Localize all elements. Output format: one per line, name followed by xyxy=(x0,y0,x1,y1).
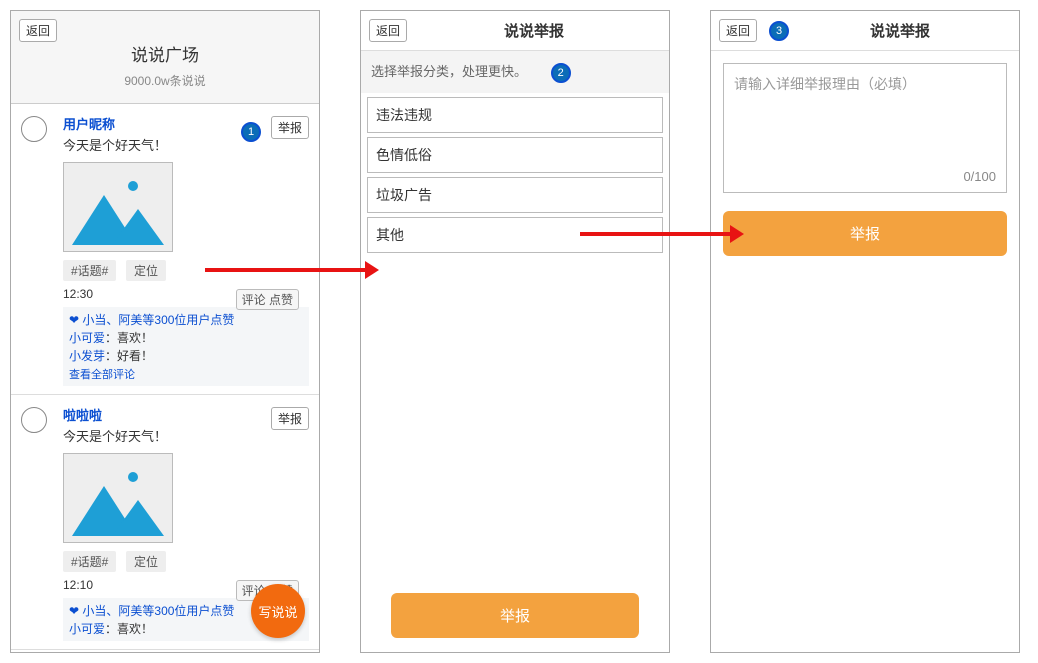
back-button[interactable]: 返回 xyxy=(719,19,757,42)
submit-report-button[interactable]: 举报 xyxy=(391,593,639,638)
topic-chip[interactable]: #话题# xyxy=(63,551,116,572)
likes-text: 小当、阿美等300位用户点赞 xyxy=(82,313,234,327)
avatar[interactable] xyxy=(21,116,47,142)
category-item-illegal[interactable]: 违法违规 xyxy=(367,97,663,133)
category-item-spam[interactable]: 垃圾广告 xyxy=(367,177,663,213)
category-item-porn[interactable]: 色情低俗 xyxy=(367,137,663,173)
screen-report-detail: 返回 3 说说举报 请输入详细举报理由（必填） 0/100 举报 xyxy=(710,10,1020,653)
back-button[interactable]: 返回 xyxy=(369,19,407,42)
image-placeholder-icon[interactable] xyxy=(63,453,173,543)
char-counter: 0/100 xyxy=(963,169,996,184)
likes-text: 小当、阿美等300位用户点赞 xyxy=(82,604,234,618)
avatar[interactable] xyxy=(21,407,47,433)
topbar: 返回 3 说说举报 xyxy=(711,11,1019,51)
feed-subtitle: 9000.0w条说说 xyxy=(19,72,311,89)
report-button[interactable]: 举报 xyxy=(271,407,309,430)
step-badge-2: 2 xyxy=(551,63,571,83)
topic-chip[interactable]: #话题# xyxy=(63,260,116,281)
topbar: 返回 说说举报 xyxy=(361,11,669,51)
post-item: 举报 1 用户昵称 今天是个好天气！ #话题# 定位 12:30 评论 点赞 xyxy=(11,104,319,395)
feed-header: 返回 说说广场 9000.0w条说说 xyxy=(11,11,319,104)
submit-report-button[interactable]: 举报 xyxy=(723,211,1007,256)
comment-line: 小可爱：喜欢！ xyxy=(69,329,303,346)
view-all-comments[interactable]: 查看全部评论 xyxy=(69,366,303,382)
topbar-title: 说说举报 xyxy=(789,20,1011,41)
location-chip[interactable]: 定位 xyxy=(126,260,166,281)
screen-report-category: 返回 说说举报 选择举报分类，处理更快。 2 违法违规 色情低俗 垃圾广告 其他… xyxy=(360,10,670,653)
flow-arrow-icon xyxy=(205,268,365,272)
location-chip[interactable]: 定位 xyxy=(126,551,166,572)
likes-box: ❤ 小当、阿美等300位用户点赞 小可爱：喜欢！ 小发芽：好看！ 查看全部评论 xyxy=(63,307,309,386)
step-badge-3: 3 xyxy=(769,21,789,41)
input-placeholder: 请输入详细举报理由（必填） xyxy=(734,76,916,92)
feed-title: 说说广场 xyxy=(19,41,311,66)
report-reason-input[interactable]: 请输入详细举报理由（必填） 0/100 xyxy=(723,63,1007,193)
image-placeholder-icon[interactable] xyxy=(63,162,173,252)
comment-like-button[interactable]: 评论 点赞 xyxy=(236,289,299,310)
heart-icon: ❤ xyxy=(69,604,79,618)
back-button[interactable]: 返回 xyxy=(19,19,57,42)
comment-line: 小发芽：好看！ xyxy=(69,347,303,364)
step-badge-1: 1 xyxy=(241,122,261,142)
flow-arrow-icon xyxy=(580,232,730,236)
topbar-title: 说说举报 xyxy=(407,20,661,41)
screen-feed: 返回 说说广场 9000.0w条说说 举报 1 用户昵称 今天是个好天气！ #话… xyxy=(10,10,320,653)
category-hint: 选择举报分类，处理更快。 2 xyxy=(361,51,669,93)
compose-fab[interactable]: 写说说 xyxy=(251,584,305,638)
report-button[interactable]: 举报 xyxy=(271,116,309,139)
heart-icon: ❤ xyxy=(69,313,79,327)
